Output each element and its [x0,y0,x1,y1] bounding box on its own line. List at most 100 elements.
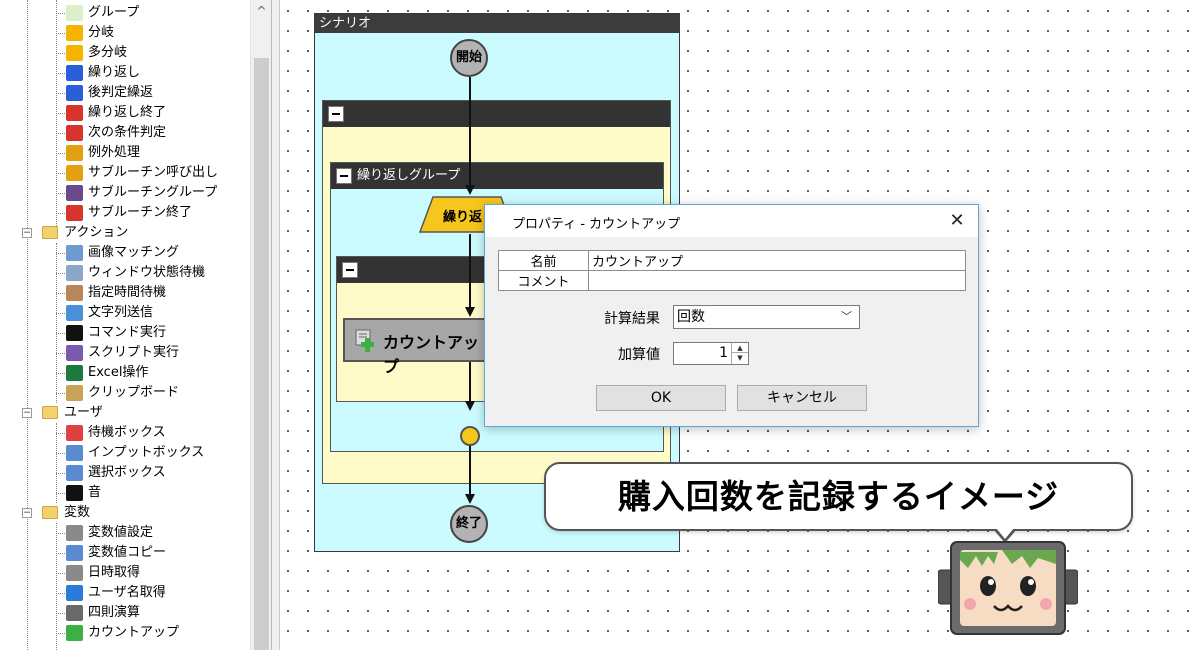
loop-icon [66,65,83,81]
tree-item[interactable]: 例外処理 [0,143,250,163]
spin-buttons[interactable]: ▲ ▼ [731,343,748,364]
tree-guide-line [56,273,65,274]
tree-guide-line [56,373,65,374]
folder-icon [42,406,58,419]
excel-icon [66,365,83,381]
tree-item[interactable]: サブルーチングループ [0,183,250,203]
tree-item[interactable]: 多分岐 [0,43,250,63]
cancel-button[interactable]: キャンセル [737,385,867,411]
tree-item[interactable]: ウィンドウ状態待機 [0,263,250,283]
tree-item[interactable]: 分岐 [0,23,250,43]
tree-item[interactable]: サブルーチン呼び出し [0,163,250,183]
tree-item[interactable]: サブルーチン終了 [0,203,250,223]
tree-guide-line [56,453,65,454]
collapse-icon[interactable] [342,262,358,278]
add-value-stepper[interactable]: 1 ▲ ▼ [673,342,749,365]
tree-item-label: 待機ボックス [88,425,166,440]
tree-item[interactable]: コマンド実行 [0,323,250,343]
tree-item[interactable]: Excel操作 [0,363,250,383]
tree-item[interactable]: ユーザ名取得 [0,583,250,603]
loop-start-label: 繰り返 [443,210,483,225]
tree-item[interactable]: インプットボックス [0,443,250,463]
loop-group-header: 繰り返しグループ [331,163,663,189]
scroll-up-arrow-icon[interactable]: ^ [251,0,271,22]
calc-result-select[interactable]: 回数 ﹀ [673,305,860,329]
property-dialog[interactable]: プロパティ - カウントアップ ✕ 名前 カウントアップ コメント 計算結果 回… [484,204,979,427]
tree-guide-line [56,333,65,334]
spin-down-icon[interactable]: ▼ [732,353,748,363]
tree-guide-line [56,313,65,314]
tree-item[interactable]: 後判定繰返 [0,83,250,103]
collapse-icon[interactable] [328,106,344,122]
tree-guide-line [56,133,65,134]
tree-guide-line [56,253,65,254]
image-match-icon [66,245,83,261]
tree-item[interactable]: 四則演算 [0,603,250,623]
tree-item-label: ユーザ名取得 [88,585,166,600]
tree-list: グループ 分岐 多分岐 繰り返し 後判定繰返 繰り返し終了次の条件判定 例外処理サブルーチン… [0,3,250,643]
tree-item[interactable]: 繰り返し終了 [0,103,250,123]
tree-guide-line [56,533,65,534]
end-node[interactable]: 終了 [450,505,488,543]
variable-copy-icon [66,545,83,561]
count-up-icon [66,625,83,641]
tree-item[interactable]: 日時取得 [0,563,250,583]
folder-icon [42,226,58,239]
tree-item[interactable]: 音 [0,483,250,503]
tree-item[interactable]: 変数値コピー [0,543,250,563]
hourglass-icon [66,285,83,301]
ok-button[interactable]: OK [596,385,726,411]
loop-merge-node[interactable] [460,426,480,446]
tree-item[interactable]: 変数値設定 [0,523,250,543]
tree-item[interactable]: 指定時間待機 [0,283,250,303]
flow-line [469,445,471,495]
tree-guide-line [56,33,65,34]
tree-item[interactable]: 待機ボックス [0,423,250,443]
flow-arrow-icon [465,307,475,317]
property-value[interactable]: カウントアップ [588,250,966,271]
collapse-icon[interactable] [336,168,352,184]
action-tree-panel: グループ 分岐 多分岐 繰り返し 後判定繰返 繰り返し終了次の条件判定 例外処理サブルーチン… [0,0,272,650]
tree-item[interactable]: クリップボード [0,383,250,403]
tree-item[interactable]: 画像マッチング [0,243,250,263]
subroutine-end-icon [66,205,83,221]
dialog-titlebar[interactable]: プロパティ - カウントアップ ✕ [485,205,978,237]
flow-line [469,234,471,308]
input-box-icon [66,445,83,461]
close-icon[interactable]: ✕ [944,209,970,233]
tree-item[interactable]: 選択ボックス [0,463,250,483]
collapse-toggle-icon[interactable]: − [22,408,32,418]
tree-item-label: 四則演算 [88,605,141,620]
tree-item-label: 画像マッチング [88,245,180,260]
tree-item-label: 例外処理 [88,145,141,160]
collapse-toggle-icon[interactable]: − [22,228,32,238]
tree-item-label: アクション [64,225,129,240]
tree-item-label: インプットボックス [88,445,205,460]
scroll-thumb[interactable] [254,58,269,650]
tree-guide-line [56,613,65,614]
tree-category[interactable]: − 変数 [0,503,250,523]
countup-node[interactable]: カウントアップ [343,318,493,376]
spin-up-icon[interactable]: ▲ [732,343,748,353]
branch-icon [66,25,83,41]
add-value-input[interactable]: 1 [719,345,728,361]
tree-item-label: ユーザ [64,405,103,420]
start-node[interactable]: 開始 [450,39,488,77]
tree-guide-line [56,73,65,74]
collapse-toggle-icon[interactable]: − [22,508,32,518]
tree-guide-line [56,213,65,214]
wait-box-icon [66,425,83,441]
tree-item-label: 次の条件判定 [88,125,167,140]
tree-scrollbar[interactable]: ^ [250,0,271,650]
tree-item[interactable]: グループ [0,3,250,23]
tree-item[interactable]: スクリプト実行 [0,343,250,363]
property-value[interactable] [588,270,966,291]
tree-item[interactable]: 次の条件判定 [0,123,250,143]
tree-category[interactable]: − アクション [0,223,250,243]
tree-item[interactable]: 繰り返し [0,63,250,83]
exception-icon [66,145,83,161]
tree-guide-line [56,53,65,54]
tree-category[interactable]: − ユーザ [0,403,250,423]
tree-item[interactable]: 文字列送信 [0,303,250,323]
tree-item[interactable]: カウントアップ [0,623,250,643]
